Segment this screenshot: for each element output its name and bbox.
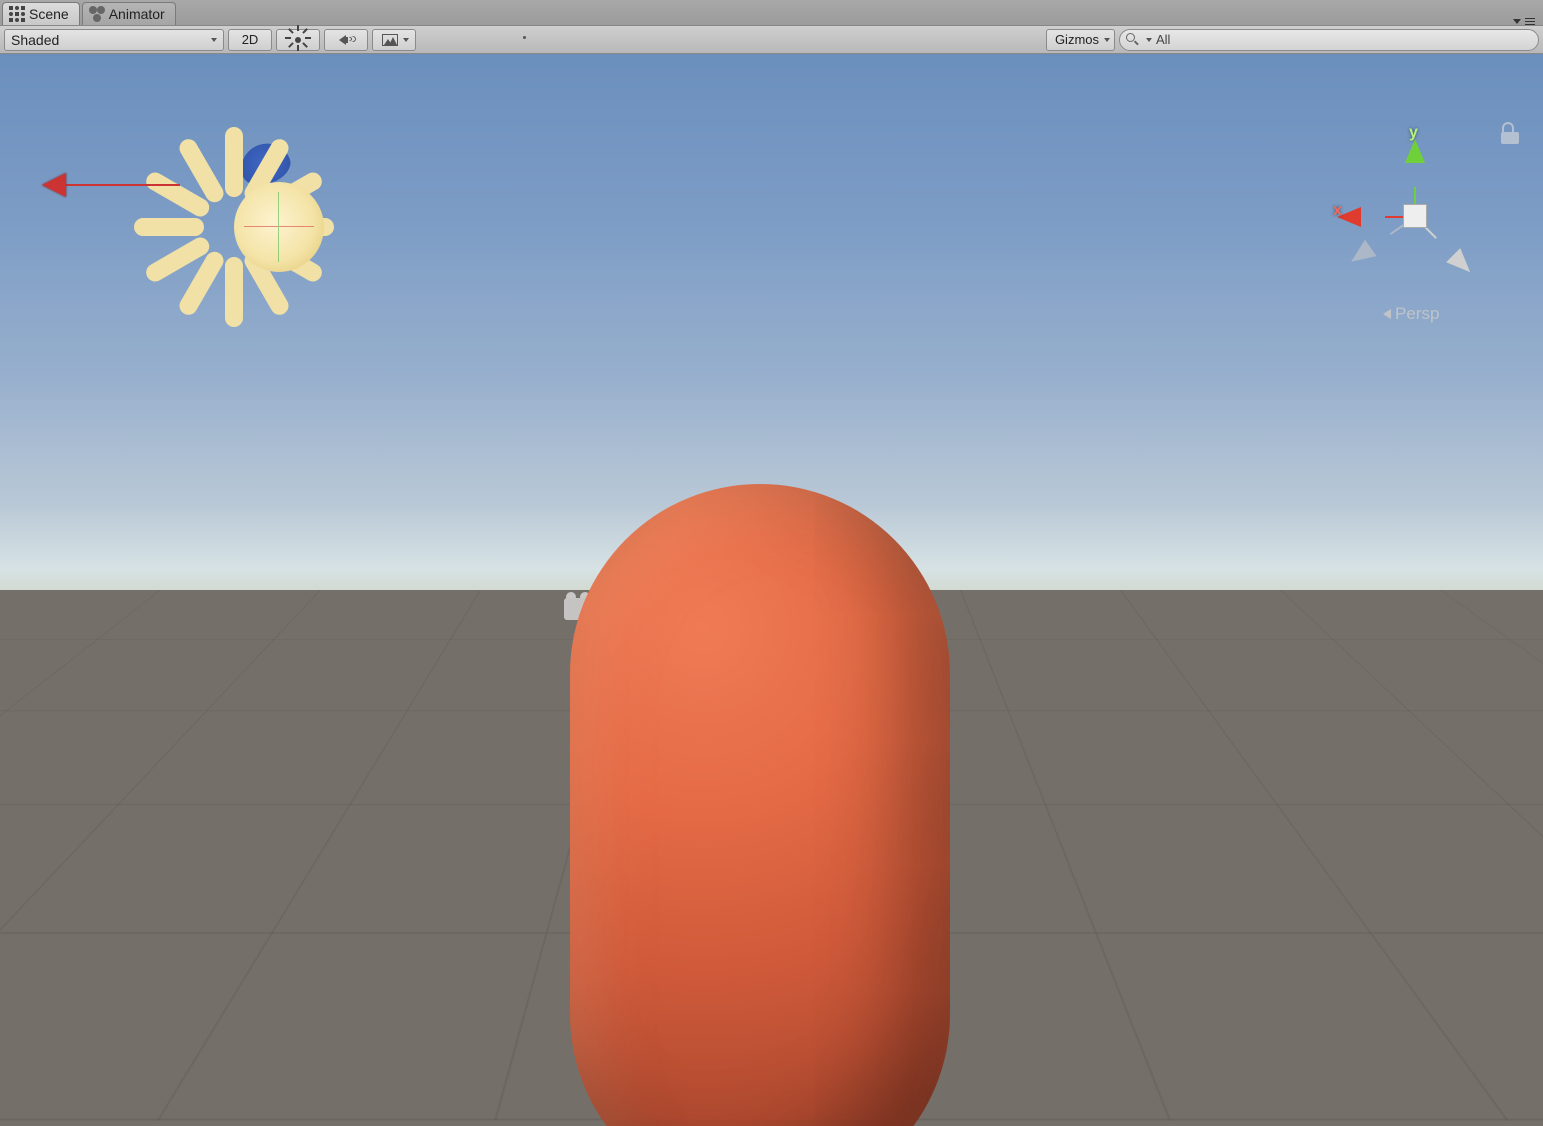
projection-toggle[interactable]: Persp — [1383, 304, 1439, 324]
tab-bar: Scene Animator — [0, 0, 1543, 26]
audio-toggle-button[interactable] — [324, 29, 368, 51]
orientation-gizmo[interactable]: y x Persp — [1323, 124, 1503, 344]
gizmos-label: Gizmos — [1055, 32, 1099, 47]
sun-icon — [290, 32, 306, 48]
capsule-object[interactable] — [570, 484, 950, 1126]
axis-y-label: y — [1409, 124, 1418, 142]
tab-animator-label: Animator — [109, 6, 165, 22]
shading-mode-label: Shaded — [11, 32, 59, 48]
tab-scene-label: Scene — [29, 6, 69, 22]
chevron-down-icon — [1104, 38, 1110, 42]
light-direction-arrow — [60, 184, 180, 186]
scene-viewport[interactable]: y x Persp — [0, 54, 1543, 1126]
2d-toggle-button[interactable]: 2D — [228, 29, 272, 51]
directional-light-gizmo[interactable] — [140, 124, 400, 384]
chevron-left-icon — [1383, 309, 1391, 319]
effects-dropdown-button[interactable] — [372, 29, 416, 51]
search-icon — [1126, 33, 1140, 47]
projection-label: Persp — [1395, 304, 1439, 324]
picture-icon — [382, 34, 398, 46]
transform-gizmo — [244, 192, 314, 262]
sound-icon — [339, 33, 353, 47]
gizmos-dropdown-button[interactable]: Gizmos — [1046, 29, 1115, 51]
tab-options-menu[interactable] — [1511, 18, 1543, 25]
tab-scene[interactable]: Scene — [2, 2, 80, 25]
lock-icon[interactable] — [1501, 122, 1519, 144]
scene-search-input[interactable] — [1156, 32, 1528, 47]
axis-center-cube[interactable] — [1403, 204, 1427, 228]
chevron-down-icon — [1146, 38, 1152, 42]
2d-toggle-label: 2D — [242, 32, 259, 47]
animator-icon — [89, 6, 105, 22]
chevron-down-icon — [403, 38, 409, 42]
chevron-down-icon — [211, 38, 217, 42]
scene-search[interactable] — [1119, 29, 1539, 51]
scene-icon — [9, 6, 25, 22]
tab-animator[interactable]: Animator — [82, 2, 176, 25]
shading-mode-dropdown[interactable]: Shaded — [4, 29, 224, 51]
axis-x-label: x — [1333, 202, 1342, 220]
lighting-toggle-button[interactable] — [276, 29, 320, 51]
scene-toolbar: Shaded 2D Gizmos — [0, 26, 1543, 54]
